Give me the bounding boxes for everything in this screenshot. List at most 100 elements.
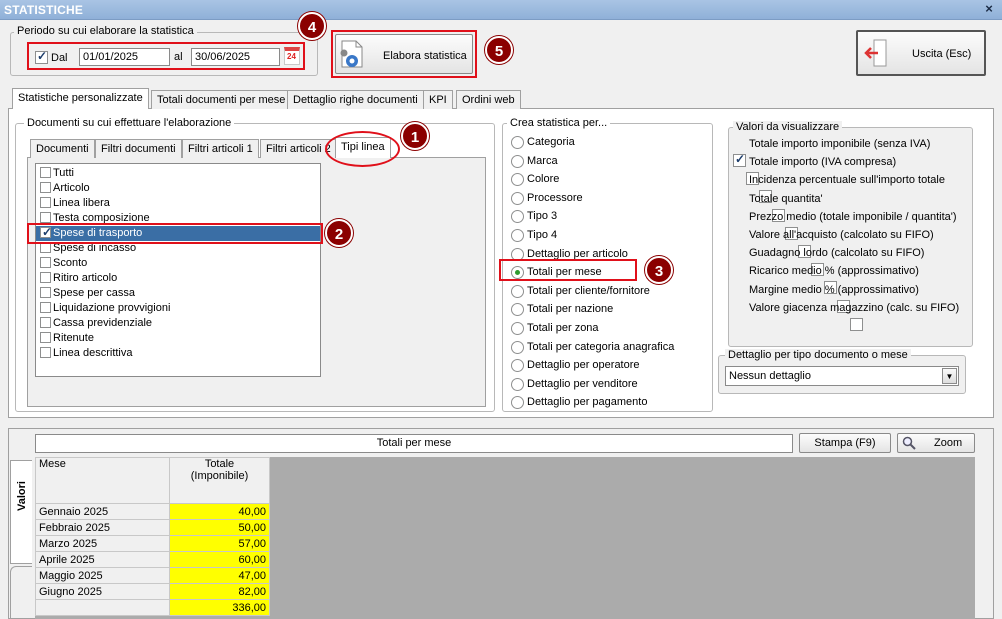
results-table[interactable]: Mese Totale (Imponibile) Gennaio 2025 40,0… — [35, 457, 270, 616]
dettaglio-legend: Dettaglio per tipo documento o mese — [725, 349, 911, 361]
checkbox[interactable] — [40, 272, 51, 283]
documents-legend: Documenti su cui effettuare l'elaborazio… — [24, 117, 235, 129]
radio-option[interactable] — [511, 136, 524, 149]
radio-option[interactable] — [511, 377, 524, 391]
table-row[interactable]: Gennaio 2025 40,00 — [35, 503, 270, 520]
list-item[interactable]: Linea libera — [36, 196, 320, 211]
table-row[interactable]: Maggio 2025 47,00 — [35, 567, 270, 584]
radio-option-label: Totali per categoria anagrafica — [527, 340, 675, 353]
cell-mese[interactable]: Febbraio 2025 — [35, 519, 170, 536]
zoom-magnifier-icon — [902, 436, 916, 450]
date-from-input[interactable] — [79, 48, 170, 66]
table-total-row[interactable]: 336,00 — [35, 599, 270, 616]
checkbox[interactable] — [40, 317, 51, 328]
badge-4: 4 — [298, 12, 326, 40]
valori-checkbox-label: Totale importo (IVA compresa) — [749, 156, 897, 169]
radio-option-label: Dettaglio per pagamento — [527, 396, 648, 409]
main-tab-kpi[interactable]: KPI — [423, 90, 453, 109]
side-tab-blank[interactable] — [10, 566, 32, 619]
radio-option-label: Processore — [527, 191, 583, 204]
checkbox[interactable] — [40, 332, 51, 343]
cell-mese[interactable]: Marzo 2025 — [35, 535, 170, 552]
dettaglio-select[interactable]: Nessun dettaglio ▼ — [725, 366, 959, 386]
table-row[interactable]: Aprile 2025 60,00 — [35, 551, 270, 568]
tipi-linea-list[interactable]: Tutti Articolo Linea libera Testa compos… — [35, 163, 321, 377]
close-icon[interactable]: × — [982, 2, 996, 16]
radio-option[interactable] — [511, 229, 524, 242]
checkbox[interactable] — [40, 167, 51, 178]
cell-grand-total[interactable]: 336,00 — [169, 599, 270, 616]
cell-totale[interactable]: 47,00 — [169, 567, 270, 584]
col-header-mese[interactable]: Mese — [35, 457, 170, 504]
col-header-totale[interactable]: Totale (Imponibile) — [169, 457, 270, 504]
radio-option-label: Dettaglio per operatore — [527, 359, 640, 372]
radio-option-label: Tipo 3 — [527, 210, 558, 223]
doc-tab-documenti[interactable]: Documenti — [30, 139, 95, 158]
valori-checkbox-label: Valore giacenza magazzino (calc. su FIFO… — [749, 301, 960, 314]
main-tab-statistiche[interactable]: Statistiche personalizzate — [12, 88, 149, 109]
cell-mese[interactable]: Gennaio 2025 — [35, 503, 170, 520]
dal-label: Dal — [51, 52, 68, 64]
valori-legend: Valori da visualizzare — [733, 121, 843, 133]
cell-mese[interactable]: Maggio 2025 — [35, 567, 170, 584]
valori-checkbox[interactable] — [850, 317, 863, 331]
radio-option[interactable] — [511, 322, 524, 335]
list-item[interactable]: Ritiro articolo — [36, 271, 320, 286]
cell-totale[interactable]: 50,00 — [169, 519, 270, 536]
list-item[interactable]: Ritenute — [36, 331, 320, 346]
table-row[interactable]: Giugno 2025 82,00 — [35, 583, 270, 600]
period-legend: Periodo su cui elaborare la statistica — [14, 25, 197, 37]
cell-totale[interactable]: 57,00 — [169, 535, 270, 552]
checkbox[interactable] — [40, 347, 51, 358]
table-row[interactable]: Marzo 2025 57,00 — [35, 535, 270, 552]
uscita-button[interactable]: Uscita (Esc) — [856, 30, 986, 76]
elabora-button[interactable]: Elabora statistica — [335, 34, 473, 74]
list-item[interactable]: Sconto — [36, 256, 320, 271]
doc-tab-filtri-documenti[interactable]: Filtri documenti — [95, 139, 182, 158]
badge-1: 1 — [401, 122, 429, 150]
list-item[interactable]: Spese per cassa — [36, 286, 320, 301]
checkbox[interactable] — [40, 257, 51, 268]
radio-option[interactable] — [511, 154, 524, 168]
radio-option-label: Totali per nazione — [527, 303, 614, 316]
radio-option[interactable] — [511, 340, 524, 354]
cell-mese[interactable]: Giugno 2025 — [35, 583, 170, 600]
list-item[interactable]: Cassa previdenziale — [36, 316, 320, 331]
cell-mese-empty[interactable] — [35, 599, 170, 616]
main-tab-ordini-web[interactable]: Ordini web — [456, 90, 521, 109]
title-bar: STATISTICHE × — [0, 0, 1002, 20]
cell-totale[interactable]: 40,00 — [169, 503, 270, 520]
checkbox[interactable] — [40, 302, 51, 313]
chevron-down-icon[interactable]: ▼ — [942, 368, 957, 384]
cell-totale[interactable]: 82,00 — [169, 583, 270, 600]
side-tab-valori[interactable]: Valori — [10, 460, 32, 564]
cell-totale[interactable]: 60,00 — [169, 551, 270, 568]
calendar-icon[interactable]: 24 — [284, 47, 300, 65]
main-tab-dettaglio-righe[interactable]: Dettaglio righe documenti — [287, 90, 424, 109]
valori-checkbox-label: Ricarico medio % (approssimativo) — [749, 265, 919, 278]
list-item[interactable]: Linea descrittiva — [36, 346, 320, 361]
table-row[interactable]: Febbraio 2025 50,00 — [35, 519, 270, 536]
main-tab-totali-mese[interactable]: Totali documenti per mese — [151, 90, 292, 109]
radio-option[interactable] — [511, 191, 524, 205]
radio-option-label: Totali per zona — [527, 322, 599, 334]
zoom-button[interactable]: Zoom — [897, 433, 975, 453]
radio-option[interactable] — [511, 284, 524, 298]
doc-tab-filtri-articoli-1[interactable]: Filtri articoli 1 — [182, 139, 259, 158]
list-item[interactable]: Articolo — [36, 181, 320, 196]
stampa-button[interactable]: Stampa (F9) — [799, 433, 891, 453]
list-item[interactable]: Tutti — [36, 166, 320, 181]
valori-checkbox-label: Guadagno lordo (calcolato su FIFO) — [749, 247, 925, 260]
checkbox[interactable] — [40, 212, 51, 223]
cell-mese[interactable]: Aprile 2025 — [35, 551, 170, 568]
date-to-input[interactable] — [191, 48, 280, 66]
badge-2: 2 — [325, 219, 353, 247]
checkbox[interactable] — [40, 287, 51, 298]
dal-checkbox[interactable] — [35, 49, 48, 64]
list-item[interactable]: Liquidazione provvigioni — [36, 301, 320, 316]
radio-option-label: Tipo 4 — [527, 229, 558, 241]
checkbox[interactable] — [40, 182, 51, 193]
valori-checkbox[interactable] — [733, 152, 746, 167]
checkbox[interactable] — [40, 197, 51, 208]
gear-document-icon — [340, 40, 363, 68]
